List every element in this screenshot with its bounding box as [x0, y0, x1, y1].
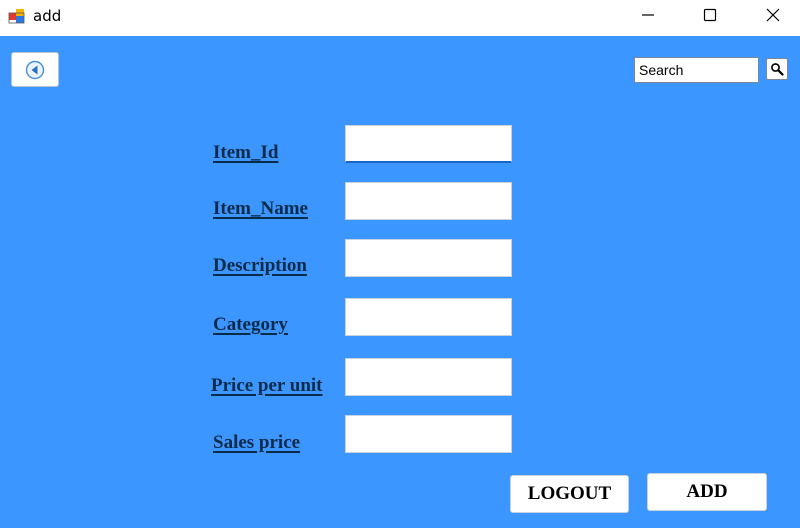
close-icon	[766, 8, 780, 22]
category-field[interactable]	[345, 298, 512, 336]
app-icon	[8, 7, 26, 25]
back-button[interactable]	[11, 52, 59, 87]
description-field[interactable]	[345, 239, 512, 277]
description-label: Description	[213, 255, 307, 276]
minimize-icon	[642, 14, 654, 16]
add-button[interactable]: ADD	[647, 473, 767, 511]
category-label: Category	[213, 314, 288, 335]
sales-price-field[interactable]	[345, 415, 512, 453]
form-client-area: Item_Id Item_Name Description Category P…	[0, 36, 800, 528]
item-id-field[interactable]	[345, 125, 512, 163]
sales-price-label: Sales price	[213, 432, 301, 453]
item-name-field[interactable]	[345, 182, 512, 220]
item-name-label: Item_Name	[213, 198, 308, 219]
maximize-icon	[703, 8, 717, 22]
title-bar: add	[0, 0, 800, 36]
window-title: add	[33, 7, 62, 25]
price-per-unit-field[interactable]	[345, 358, 512, 396]
close-button[interactable]	[750, 0, 796, 30]
search-input[interactable]	[634, 57, 759, 83]
item-id-label: Item_Id	[213, 142, 279, 163]
magnifier-icon	[771, 63, 784, 76]
minimize-button[interactable]	[625, 0, 671, 30]
price-per-unit-label: Price per unit	[211, 375, 323, 396]
back-arrow-icon	[25, 60, 45, 79]
search-button[interactable]	[766, 58, 788, 80]
maximize-button[interactable]	[687, 0, 733, 30]
logout-button[interactable]: LOGOUT	[510, 475, 629, 513]
